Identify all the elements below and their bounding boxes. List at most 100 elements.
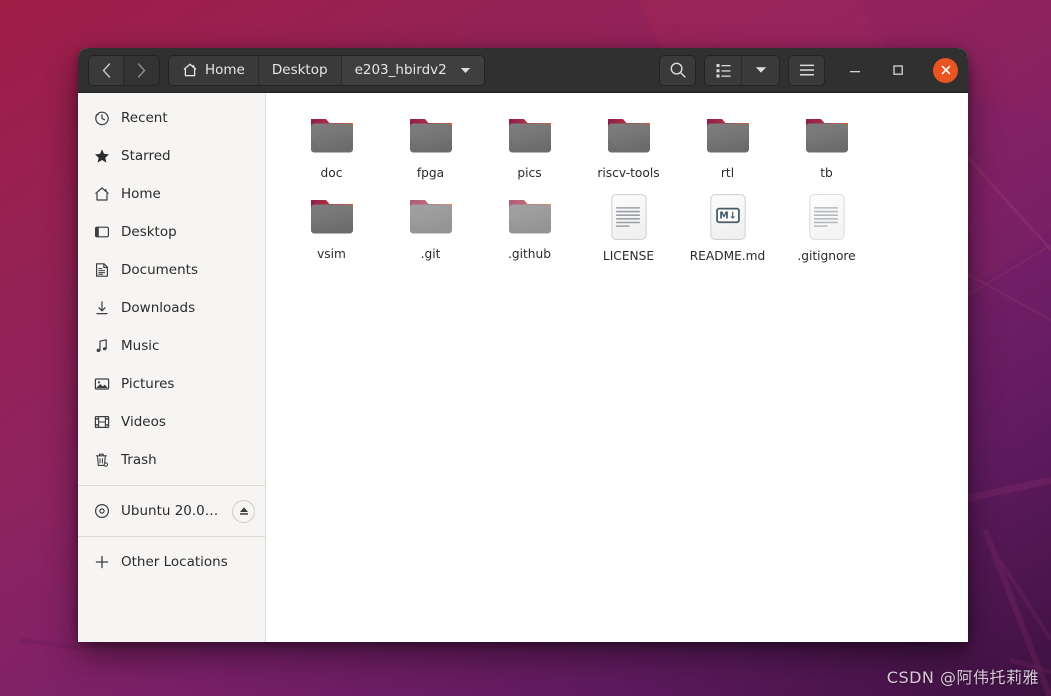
home-icon bbox=[93, 186, 110, 203]
breadcrumb-item-desktop[interactable]: Desktop bbox=[258, 55, 342, 85]
file-label: rtl bbox=[720, 166, 735, 180]
file-item[interactable]: tb bbox=[777, 107, 876, 188]
picture-icon bbox=[93, 376, 110, 393]
clock-icon bbox=[93, 110, 110, 127]
back-button[interactable] bbox=[89, 55, 124, 85]
view-mode-group bbox=[704, 54, 780, 86]
file-item[interactable]: fpga bbox=[381, 107, 480, 188]
sidebar-item-documents[interactable]: Documents bbox=[78, 251, 265, 289]
folder-icon bbox=[803, 111, 851, 159]
sidebar-label: Trash bbox=[121, 452, 157, 468]
sidebar-item-trash[interactable]: Trash bbox=[78, 441, 265, 479]
home-icon bbox=[183, 63, 197, 77]
sidebar-label: Music bbox=[121, 338, 160, 354]
sidebar-label: Other Locations bbox=[121, 554, 228, 570]
file-label: .github bbox=[508, 247, 551, 262]
file-label: fpga bbox=[416, 166, 445, 180]
watermark: CSDN @阿伟托莉雅 bbox=[886, 668, 1039, 687]
file-item[interactable]: riscv-tools bbox=[579, 107, 678, 188]
folder-icon bbox=[407, 192, 455, 240]
forward-button[interactable] bbox=[124, 55, 159, 85]
file-item[interactable]: .gitignore bbox=[777, 188, 876, 271]
text-file-icon bbox=[805, 192, 849, 242]
sidebar: Recent Starred Home Desktop Documents Do… bbox=[78, 93, 266, 642]
sidebar-divider-1 bbox=[78, 485, 265, 486]
file-item[interactable]: M↓ README.md bbox=[678, 188, 777, 271]
file-label: riscv-tools bbox=[597, 166, 660, 180]
main-menu-button[interactable] bbox=[788, 54, 825, 86]
file-item[interactable]: rtl bbox=[678, 107, 777, 188]
file-label: pics bbox=[517, 166, 542, 180]
sidebar-item-starred[interactable]: Starred bbox=[78, 137, 265, 175]
sidebar-divider-2 bbox=[78, 536, 265, 537]
maximize-button[interactable] bbox=[885, 57, 911, 83]
eject-button[interactable] bbox=[232, 499, 255, 523]
file-item[interactable]: .git bbox=[381, 188, 480, 271]
sidebar-item-pictures[interactable]: Pictures bbox=[78, 365, 265, 403]
chevron-down-icon bbox=[755, 67, 766, 73]
trash-icon bbox=[93, 452, 110, 469]
breadcrumb-item-current[interactable]: e203_hbirdv2 bbox=[341, 55, 484, 85]
window-body: Recent Starred Home Desktop Documents Do… bbox=[78, 93, 968, 642]
sidebar-label: Starred bbox=[121, 148, 171, 164]
folder-icon bbox=[605, 111, 653, 159]
hamburger-menu-icon bbox=[799, 64, 814, 76]
maximize-icon bbox=[893, 65, 903, 75]
desktop-icon bbox=[93, 224, 110, 241]
video-film-icon bbox=[93, 414, 110, 431]
file-label: vsim bbox=[317, 247, 346, 262]
sidebar-item-ubuntu-drive[interactable]: Ubuntu 20.0… bbox=[78, 492, 265, 530]
markdown-file-icon: M↓ bbox=[706, 192, 750, 242]
file-item[interactable]: .github bbox=[480, 188, 579, 271]
breadcrumb: Home Desktop e203_hbirdv2 bbox=[168, 54, 485, 86]
sidebar-label: Downloads bbox=[121, 300, 196, 316]
view-list-icon bbox=[716, 63, 730, 77]
file-grid[interactable]: doc fpga pics riscv-tools rtl tb vsim .g… bbox=[266, 93, 968, 642]
plus-icon bbox=[93, 554, 110, 571]
file-item[interactable]: doc bbox=[282, 107, 381, 188]
view-list-button[interactable] bbox=[705, 55, 742, 85]
close-button[interactable] bbox=[933, 57, 958, 83]
file-item[interactable]: vsim bbox=[282, 188, 381, 271]
documents-icon bbox=[93, 262, 110, 279]
file-item[interactable]: LICENSE bbox=[579, 188, 678, 271]
svg-text:M↓: M↓ bbox=[719, 211, 736, 222]
sidebar-item-home[interactable]: Home bbox=[78, 175, 265, 213]
sidebar-label: Videos bbox=[121, 414, 166, 430]
disc-icon bbox=[93, 503, 110, 520]
file-label: .git bbox=[420, 247, 441, 262]
sidebar-item-music[interactable]: Music bbox=[78, 327, 265, 365]
folder-icon bbox=[506, 192, 554, 240]
chevron-down-icon bbox=[460, 67, 470, 73]
sidebar-item-other-locations[interactable]: Other Locations bbox=[78, 543, 265, 581]
breadcrumb-item-home[interactable]: Home bbox=[169, 55, 259, 85]
breadcrumb-label-home: Home bbox=[205, 62, 245, 78]
sidebar-item-downloads[interactable]: Downloads bbox=[78, 289, 265, 327]
folder-icon bbox=[308, 192, 356, 240]
chevron-right-icon bbox=[137, 62, 146, 78]
eject-icon bbox=[239, 507, 248, 515]
folder-icon bbox=[506, 111, 554, 159]
file-label: .gitignore bbox=[797, 249, 856, 264]
sidebar-label: Ubuntu 20.0… bbox=[121, 503, 219, 519]
desktop: Home Desktop e203_hbirdv2 Recent Starred… bbox=[0, 0, 1051, 696]
sidebar-label: Pictures bbox=[121, 376, 175, 392]
sidebar-label: Documents bbox=[121, 262, 198, 278]
search-button[interactable] bbox=[659, 54, 696, 86]
sidebar-item-videos[interactable]: Videos bbox=[78, 403, 265, 441]
breadcrumb-label-desktop: Desktop bbox=[271, 62, 328, 78]
file-label: README.md bbox=[689, 249, 766, 264]
folder-icon bbox=[704, 111, 752, 159]
sidebar-label: Recent bbox=[121, 110, 168, 126]
minimize-button[interactable] bbox=[842, 57, 868, 83]
search-icon bbox=[670, 62, 686, 78]
sidebar-label: Desktop bbox=[121, 224, 177, 240]
file-item[interactable]: pics bbox=[480, 107, 579, 188]
file-label: doc bbox=[320, 166, 343, 180]
view-options-dropdown[interactable] bbox=[742, 55, 779, 85]
file-label: tb bbox=[820, 166, 833, 180]
close-icon bbox=[941, 65, 950, 75]
sidebar-item-recent[interactable]: Recent bbox=[78, 99, 265, 137]
star-icon bbox=[93, 148, 110, 165]
sidebar-item-desktop[interactable]: Desktop bbox=[78, 213, 265, 251]
